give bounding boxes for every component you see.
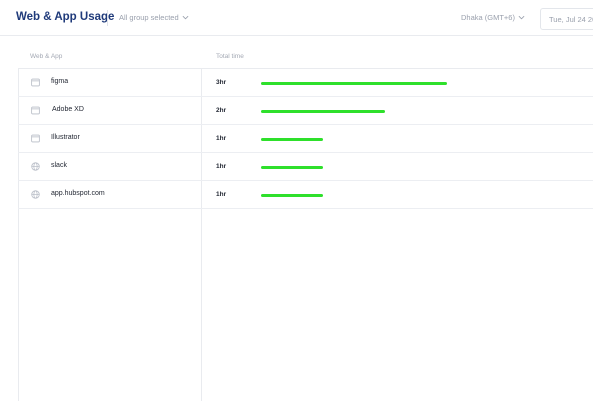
app-name: figma	[51, 78, 69, 85]
timezone-label: Dhaka (GMT+6)	[461, 13, 515, 22]
chevron-down-icon	[182, 15, 189, 20]
window-icon	[31, 134, 40, 143]
window-icon	[31, 106, 40, 115]
app-name: Adobe XD	[52, 106, 84, 113]
column-header-time: Total time	[216, 53, 244, 60]
date-picker[interactable]: Tue, Jul 24 2018	[540, 8, 593, 30]
globe-icon	[31, 190, 40, 199]
table-row[interactable]: Illustrator 1hr	[18, 125, 593, 153]
usage-bar	[261, 137, 323, 141]
table-row[interactable]: slack 1hr	[18, 153, 593, 181]
column-header-app: Web & App	[30, 53, 63, 60]
app-name: app.hubspot.com	[51, 190, 105, 197]
chevron-down-icon	[518, 15, 525, 20]
usage-bar	[261, 109, 385, 113]
header-divider	[107, 10, 108, 26]
header-bar: Web & App Usage All group selected Dhaka…	[0, 0, 593, 36]
usage-time: 1hr	[216, 190, 227, 198]
group-filter-dropdown[interactable]: All group selected	[119, 13, 189, 22]
date-label: Tue, Jul 24 2018	[549, 15, 593, 24]
usage-bar	[261, 165, 323, 169]
table-row[interactable]: app.hubspot.com 1hr	[18, 181, 593, 209]
group-filter-label: All group selected	[119, 13, 179, 22]
window-icon	[31, 78, 40, 87]
app-name: slack	[51, 162, 67, 169]
usage-time: 1hr	[216, 162, 227, 170]
table-row[interactable]: Adobe XD 2hr	[18, 97, 593, 125]
usage-time: 1hr	[216, 134, 227, 142]
timezone-dropdown[interactable]: Dhaka (GMT+6)	[461, 13, 525, 22]
usage-time: 2hr	[216, 106, 227, 114]
table-row[interactable]: figma 3hr	[18, 69, 593, 97]
page-title: Web & App Usage	[16, 11, 115, 23]
usage-bar	[261, 81, 447, 85]
app-name: Illustrator	[51, 134, 80, 141]
usage-time: 3hr	[216, 78, 227, 86]
globe-icon	[31, 162, 40, 171]
usage-bar	[261, 193, 323, 197]
